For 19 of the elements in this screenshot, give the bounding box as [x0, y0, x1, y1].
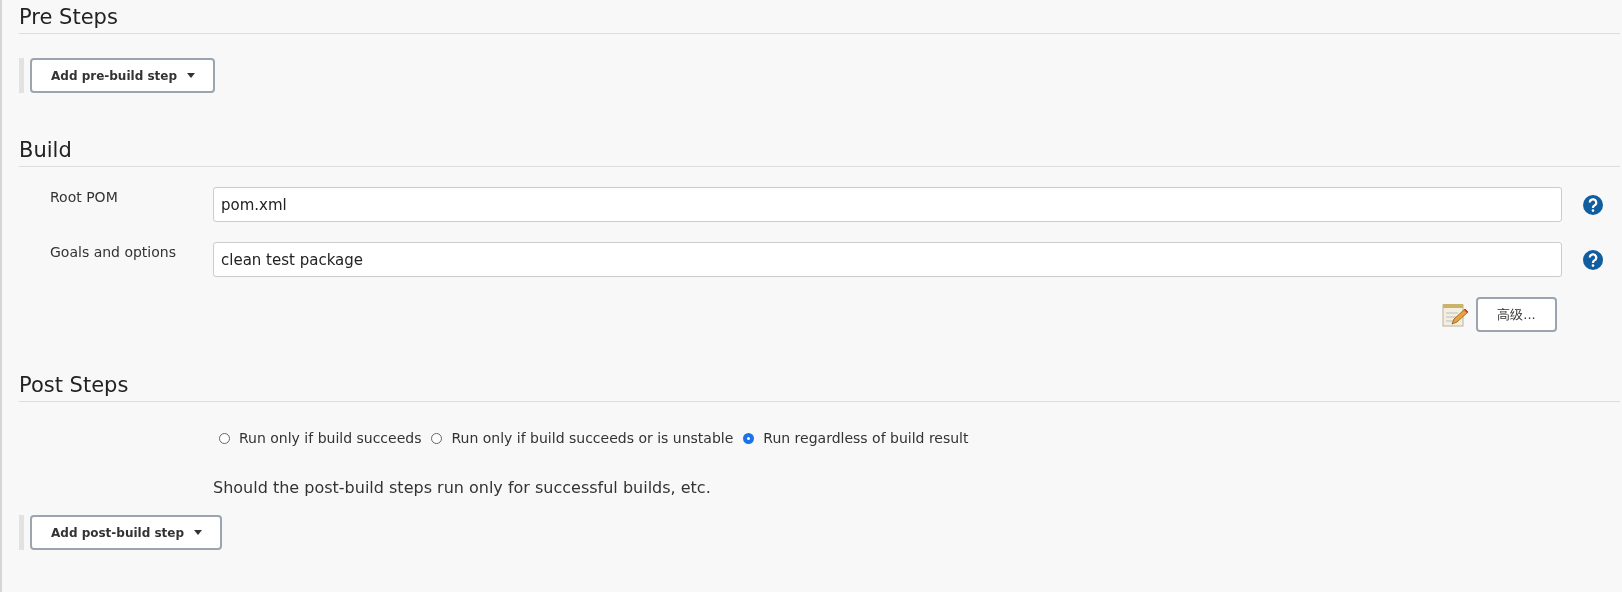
field-label: Root POM: [49, 188, 119, 205]
help-icon[interactable]: [1583, 194, 1603, 215]
caret-icon: [187, 73, 195, 78]
advanced-button[interactable]: 高级...: [1476, 297, 1557, 332]
radio-button[interactable]: [743, 432, 755, 444]
caret-icon: [194, 530, 203, 535]
help-text: Should the post-build steps run only for successful builds, etc.: [213, 478, 712, 497]
radio-button[interactable]: [431, 432, 443, 444]
radio-button[interactable]: [219, 432, 230, 444]
text-field[interactable]: pom.xml: [213, 187, 1562, 222]
add-pre-build-step-button[interactable]: Add pre-build step: [30, 58, 215, 93]
text-field[interactable]: clean test package: [213, 242, 1562, 277]
notepad-icon[interactable]: [1442, 301, 1468, 328]
help-icon[interactable]: [1583, 249, 1603, 270]
section-heading: Pre Steps: [19, 4, 119, 30]
add-post-build-step-button[interactable]: Add post-build step: [30, 515, 223, 550]
section-heading: Build: [19, 137, 73, 163]
field-label: Goals and options: [49, 243, 177, 260]
section-heading: Post Steps: [19, 372, 130, 398]
